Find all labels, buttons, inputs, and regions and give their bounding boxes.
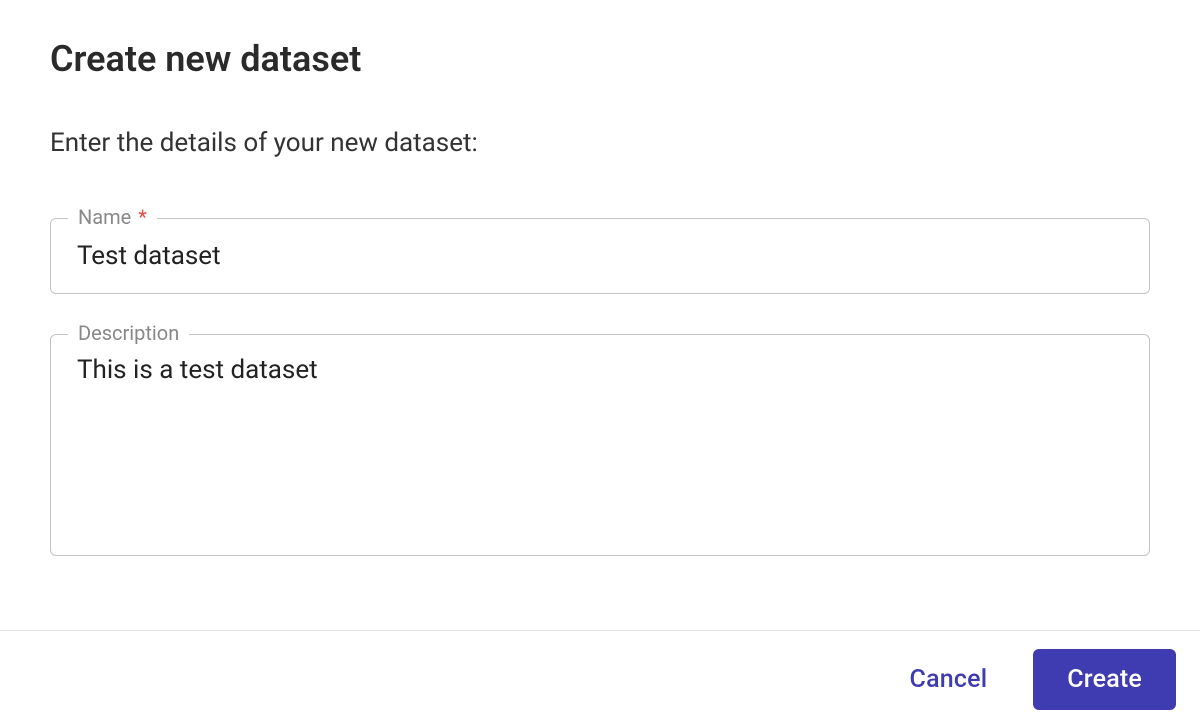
name-field-label: Name * — [68, 205, 157, 229]
description-label-text: Description — [78, 321, 179, 345]
dialog-actions: Cancel Create — [0, 630, 1200, 728]
name-label-text: Name — [78, 205, 131, 229]
create-button[interactable]: Create — [1033, 649, 1176, 710]
dialog-title: Create new dataset — [50, 38, 1150, 80]
description-input[interactable] — [50, 334, 1150, 556]
name-input[interactable] — [50, 218, 1150, 294]
create-dataset-dialog: Create new dataset Enter the details of … — [0, 0, 1200, 718]
name-field-container: Name * — [50, 218, 1150, 294]
description-field-label: Description — [68, 321, 189, 345]
dialog-content: Create new dataset Enter the details of … — [0, 0, 1200, 630]
cancel-button[interactable]: Cancel — [882, 649, 1016, 710]
description-field-container: Description — [50, 334, 1150, 560]
dialog-subtitle: Enter the details of your new dataset: — [50, 128, 1150, 158]
required-asterisk: * — [138, 205, 147, 229]
